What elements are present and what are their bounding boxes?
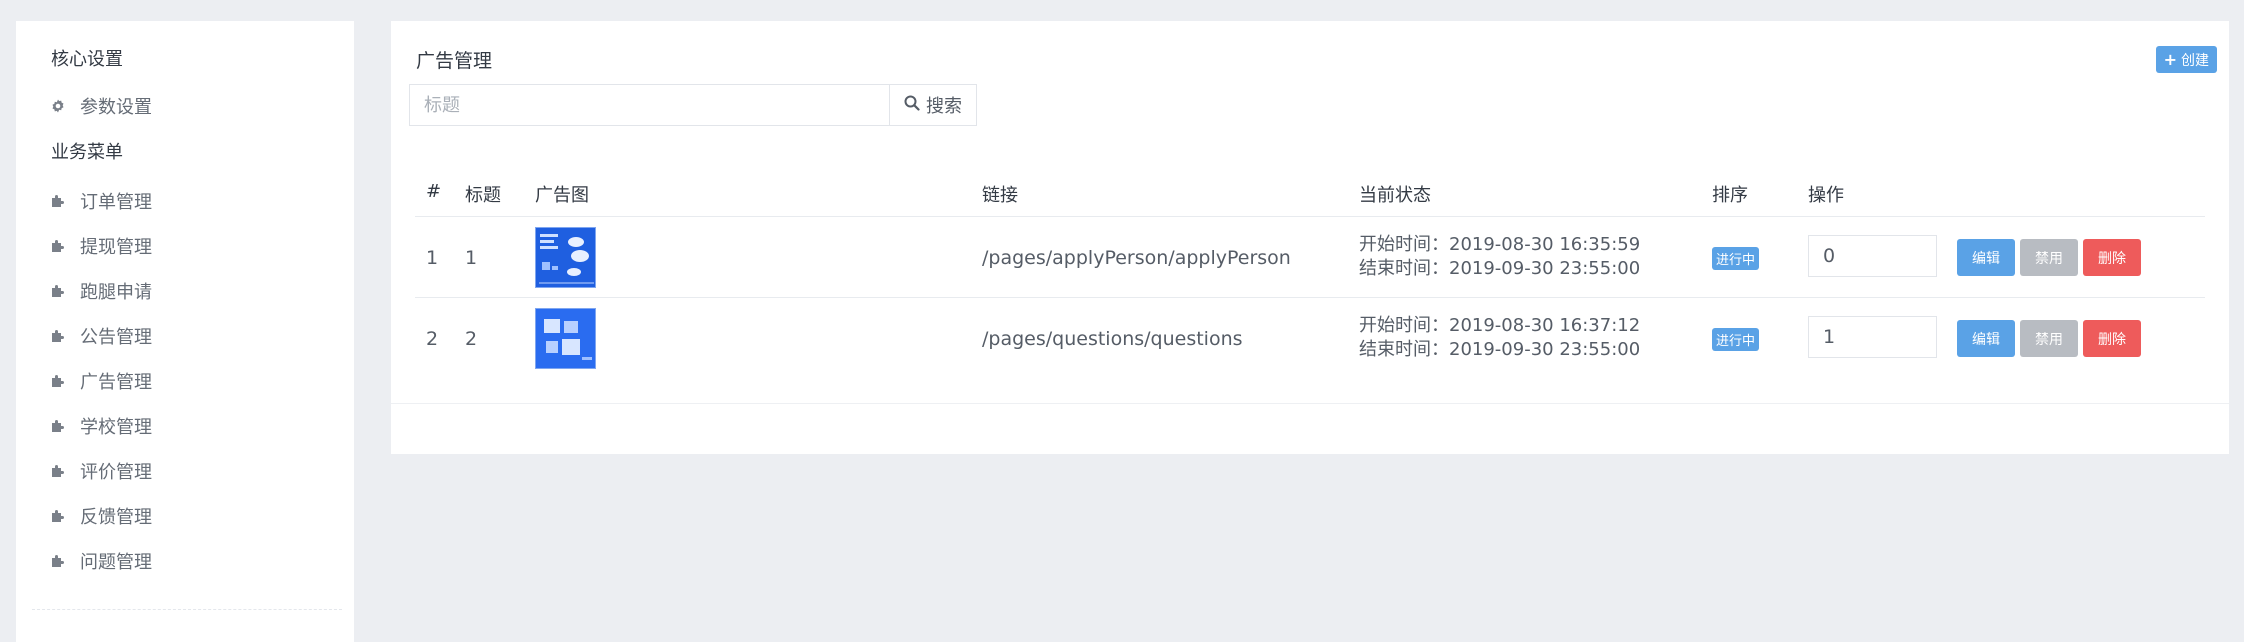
table-row: 1 1 /pages/applyPerson/applyPerson 开始时间：… [415,216,2205,297]
table-row: 2 2 /pages/questions/questions 开始时间：2019… [415,297,2205,378]
puzzle-icon [50,328,66,344]
column-header-link: 链接 [982,185,1018,206]
ad-thumbnail[interactable] [535,308,596,369]
row-index: 1 [426,247,439,269]
row-index: 2 [426,328,439,350]
row-link: /pages/questions/questions [982,328,1243,350]
search-button-label: 搜索 [926,96,962,117]
disable-button[interactable]: 禁用 [2020,320,2078,357]
sidebar-item-label: 跑腿申请 [80,282,152,303]
sidebar-item-label: 广告管理 [80,372,152,393]
search-input[interactable] [409,84,889,126]
sidebar-item-feedback[interactable]: 反馈管理 [50,499,152,533]
sidebar-item-orders[interactable]: 订单管理 [50,184,152,218]
sidebar-item-label: 公告管理 [80,327,152,348]
create-button-label: 创建 [2181,52,2209,69]
sidebar-item-params[interactable]: 参数设置 [50,89,152,123]
sidebar-item-label: 提现管理 [80,237,152,258]
plus-icon: + [2163,50,2177,69]
row-end-time: 结束时间：2019-09-30 23:55:00 [1359,258,1641,279]
sidebar-section-core-title: 核心设置 [51,49,123,70]
row-end-time: 结束时间：2019-09-30 23:55:00 [1359,339,1641,360]
sidebar-item-label: 订单管理 [80,192,152,213]
sidebar-item-withdraw[interactable]: 提现管理 [50,229,152,263]
puzzle-icon [50,553,66,569]
sidebar-item-schools[interactable]: 学校管理 [50,409,152,443]
row-start-time: 开始时间：2019-08-30 16:37:12 [1359,315,1641,336]
column-header-title: 标题 [465,185,501,206]
sidebar-item-reviews[interactable]: 评价管理 [50,454,152,488]
sidebar-item-label: 问题管理 [80,552,152,573]
puzzle-icon [50,373,66,389]
edit-button[interactable]: 编辑 [1957,320,2015,357]
row-title: 1 [465,247,478,269]
sort-input[interactable] [1808,235,1937,277]
sidebar-section-business-title: 业务菜单 [51,142,123,163]
sidebar-item-label: 反馈管理 [80,507,152,528]
delete-button[interactable]: 删除 [2083,320,2141,357]
table-footer-divider [391,403,2229,404]
puzzle-icon [50,508,66,524]
sidebar-item-notices[interactable]: 公告管理 [50,319,152,353]
page-title: 广告管理 [416,50,493,72]
create-button[interactable]: + 创建 [2155,46,2217,73]
column-header-sort: 排序 [1712,185,1748,206]
status-badge: 进行中 [1712,247,1760,270]
sidebar: 核心设置 参数设置 业务菜单 订单管理 提现管理 跑腿申请 公告管理 广告管理 … [16,21,354,642]
search-button[interactable]: 搜索 [889,84,977,126]
sidebar-item-questions[interactable]: 问题管理 [50,544,152,578]
ad-thumbnail[interactable] [535,227,596,288]
sidebar-item-label: 评价管理 [80,462,152,483]
delete-button[interactable]: 删除 [2083,239,2141,276]
column-header-image: 广告图 [535,185,589,206]
puzzle-icon [50,193,66,209]
sidebar-item-errand-apply[interactable]: 跑腿申请 [50,274,152,308]
row-link: /pages/applyPerson/applyPerson [982,247,1291,269]
sort-input[interactable] [1808,316,1937,358]
sidebar-item-ads[interactable]: 广告管理 [50,364,152,398]
column-header-index: # [426,181,442,202]
search-icon [904,95,920,116]
sidebar-item-label: 学校管理 [80,417,152,438]
status-badge: 进行中 [1712,328,1760,351]
sidebar-divider [32,609,342,610]
main-panel: 广告管理 + 创建 搜索 # 标题 广告图 链接 当前状态 排序 操作 1 1 [391,21,2229,454]
disable-button[interactable]: 禁用 [2020,239,2078,276]
gear-icon [50,98,66,114]
row-title: 2 [465,328,478,350]
row-start-time: 开始时间：2019-08-30 16:35:59 [1359,234,1641,255]
column-header-actions: 操作 [1808,185,1844,206]
edit-button[interactable]: 编辑 [1957,239,2015,276]
sidebar-item-label: 参数设置 [80,97,152,118]
column-header-status: 当前状态 [1359,185,1431,206]
puzzle-icon [50,463,66,479]
puzzle-icon [50,238,66,254]
puzzle-icon [50,283,66,299]
puzzle-icon [50,418,66,434]
